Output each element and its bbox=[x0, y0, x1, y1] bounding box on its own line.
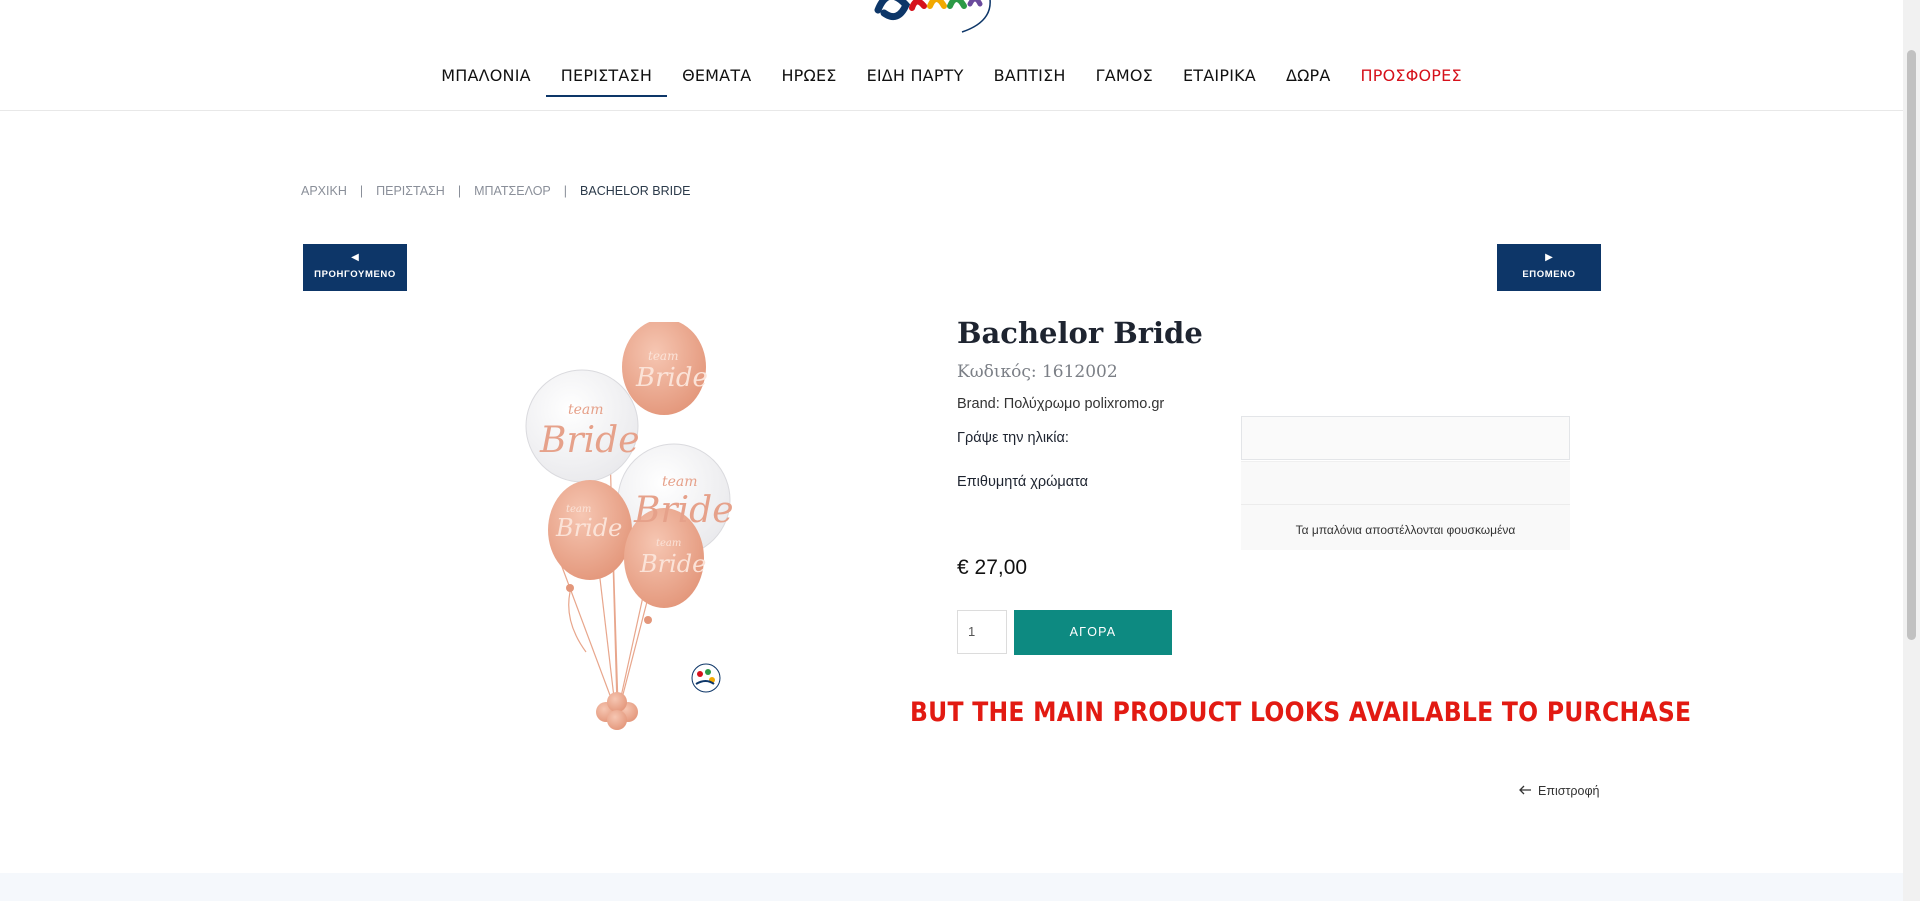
previous-label: ΠΡΟΗΓΟΥΜΕΝΟ bbox=[314, 269, 396, 280]
product-image[interactable]: team Bride team Bride team Bride team Br… bbox=[516, 319, 748, 752]
breadcrumb-separator: | bbox=[563, 184, 568, 198]
svg-text:Bride: Bride bbox=[633, 490, 734, 531]
buy-button[interactable]: ΑΓΟΡΑ bbox=[1014, 610, 1172, 655]
product-brand: Brand: Πολύχρωμο polixromo.gr bbox=[957, 396, 1165, 412]
nav-item-corporate[interactable]: ΕΤΑΙΡΙΚΑ bbox=[1168, 58, 1271, 97]
next-product-button[interactable]: ▶ ΕΠΟΜΕΝΟ bbox=[1497, 244, 1601, 291]
breadcrumb-occasion[interactable]: ΠΕΡΙΣΤΑΣΗ bbox=[376, 184, 445, 198]
breadcrumb-current: BACHELOR BRIDE bbox=[580, 184, 691, 198]
age-input[interactable] bbox=[1241, 416, 1570, 460]
scrollbar-thumb[interactable] bbox=[1907, 50, 1916, 640]
back-link[interactable]: Επιστροφή bbox=[1519, 784, 1600, 798]
colors-input[interactable]: Τα μπαλόνια αποστέλλονται φουσκωμένα bbox=[1241, 461, 1570, 550]
vertical-scrollbar[interactable] bbox=[1903, 0, 1920, 901]
caret-right-icon: ▶ bbox=[1545, 252, 1553, 263]
svg-text:team: team bbox=[568, 402, 604, 418]
inflation-note: Τα μπαλόνια αποστέλλονται φουσκωμένα bbox=[1295, 523, 1516, 537]
svg-text:team: team bbox=[662, 474, 698, 490]
product-price: € 27,00 bbox=[957, 556, 1028, 579]
svg-text:team: team bbox=[648, 349, 678, 363]
product-title: Bachelor Bride bbox=[957, 316, 1203, 350]
age-label: Γράψε την ηλικία: bbox=[957, 430, 1069, 446]
colors-divider bbox=[1241, 504, 1570, 505]
nav-divider bbox=[0, 110, 1903, 111]
site-logo[interactable] bbox=[870, 0, 1020, 40]
nav-item-gifts[interactable]: ΔΩΡΑ bbox=[1271, 58, 1346, 97]
nav-item-baptism[interactable]: ΒΑΠΤΙΣΗ bbox=[979, 58, 1081, 97]
svg-text:Bride: Bride bbox=[555, 514, 622, 542]
breadcrumb-home[interactable]: ΑΡΧΙΚΗ bbox=[301, 184, 347, 198]
breadcrumb-separator: | bbox=[359, 184, 364, 198]
caret-left-icon: ◀ bbox=[351, 252, 359, 263]
next-label: ΕΠΟΜΕΝΟ bbox=[1522, 269, 1576, 280]
quantity-input[interactable]: 1 bbox=[957, 610, 1007, 654]
colors-label: Επιθυμητά χρώματα bbox=[957, 474, 1089, 490]
breadcrumb-separator: | bbox=[457, 184, 462, 198]
nav-item-balloons[interactable]: ΜΠΑΛΟΝΙΑ bbox=[426, 58, 546, 97]
footer-band bbox=[0, 873, 1903, 901]
svg-text:Bride: Bride bbox=[639, 550, 706, 578]
svg-text:team: team bbox=[656, 538, 681, 549]
nav-item-occasion[interactable]: ΠΕΡΙΣΤΑΣΗ bbox=[545, 58, 668, 97]
nav-item-offers[interactable]: ΠΡΟΣΦΟΡΕΣ bbox=[1346, 58, 1477, 97]
previous-product-button[interactable]: ◀ ΠΡΟΗΓΟΥΜΕΝΟ bbox=[303, 244, 407, 291]
nav-item-heroes[interactable]: ΗΡΩΕΣ bbox=[766, 58, 851, 97]
nav-item-themes[interactable]: ΘΕΜΑΤΑ bbox=[667, 58, 766, 97]
back-link-label: Επιστροφή bbox=[1538, 784, 1600, 798]
nav-item-wedding[interactable]: ΓΑΜΟΣ bbox=[1081, 58, 1168, 97]
breadcrumb-bachelor[interactable]: ΜΠΑΤΣΕΛΟΡ bbox=[474, 184, 551, 198]
nav-item-party-supplies[interactable]: ΕΙΔΗ ΠΑΡΤΥ bbox=[852, 58, 979, 97]
svg-text:Bride: Bride bbox=[539, 420, 640, 461]
annotation-text: BUT THE MAIN PRODUCT LOOKS AVAILABLE TO … bbox=[910, 697, 1692, 728]
main-nav: ΜΠΑΛΟΝΙΑ ΠΕΡΙΣΤΑΣΗ ΘΕΜΑΤΑ ΗΡΩΕΣ ΕΙΔΗ ΠΑΡ… bbox=[0, 58, 1903, 110]
product-code: Κωδικός: 1612002 bbox=[957, 362, 1118, 382]
breadcrumb: ΑΡΧΙΚΗ | ΠΕΡΙΣΤΑΣΗ | ΜΠΑΤΣΕΛΟΡ | BACHELO… bbox=[301, 184, 690, 198]
arrow-left-icon bbox=[1519, 784, 1532, 798]
svg-text:Bride: Bride bbox=[635, 363, 708, 393]
